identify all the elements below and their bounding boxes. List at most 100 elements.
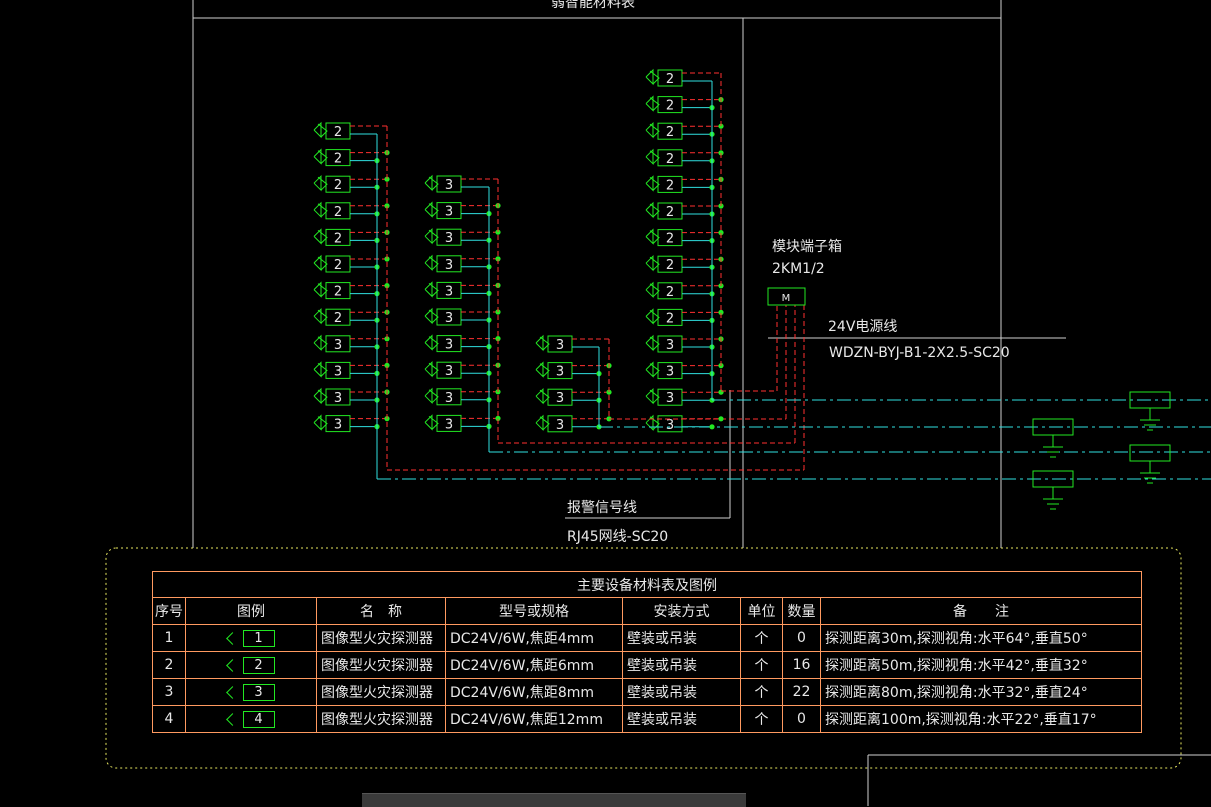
row-symbol: 1 [185, 624, 317, 652]
row-no: 3 [152, 678, 186, 706]
fire-detector[interactable]: 3 [535, 334, 573, 353]
fire-detector[interactable]: 2 [645, 121, 683, 140]
row-spec: DC24V/6W,焦距6mm [445, 651, 623, 679]
fire-detector[interactable]: 3 [424, 387, 462, 406]
detector-type-label: 3 [445, 231, 453, 246]
fire-detector[interactable]: 3 [424, 227, 462, 246]
detector-type-label: 2 [334, 205, 342, 220]
fire-detector[interactable]: 3 [424, 281, 462, 299]
row-note: 探测距离80m,探测视角:水平32°,垂直24° [820, 678, 1142, 706]
fire-detector[interactable]: 3 [424, 307, 462, 326]
signal-device[interactable] [1032, 470, 1074, 510]
row-unit: 个 [740, 705, 783, 733]
module-box-symbol: M [782, 293, 791, 304]
cad-bottom-toolbar[interactable] [362, 793, 746, 807]
fire-detector[interactable]: 3 [313, 387, 351, 406]
detector-type-label: 2 [334, 285, 342, 300]
detector-type-label: 2 [666, 205, 674, 220]
fire-detector[interactable]: 3 [424, 414, 462, 432]
fire-detector[interactable]: 3 [645, 334, 683, 353]
detector-type-label: 3 [556, 391, 564, 406]
fire-detector[interactable]: 3 [424, 334, 462, 353]
fire-detector[interactable]: 3 [645, 361, 683, 380]
fire-detector[interactable]: 2 [645, 281, 683, 300]
detector-type-label: 3 [334, 418, 342, 433]
detector-icon [225, 631, 239, 645]
fire-detector[interactable]: 2 [313, 228, 351, 246]
row-no: 2 [152, 651, 186, 679]
detector-type-label: 3 [445, 178, 453, 193]
row-symbol: 3 [185, 678, 317, 706]
detector-type-label: 3 [666, 365, 674, 380]
fire-detector[interactable]: 3 [645, 387, 683, 406]
fire-detector[interactable]: 2 [645, 175, 683, 193]
module-terminal-box[interactable]: M [767, 287, 806, 306]
fire-detector[interactable]: 2 [645, 254, 683, 273]
fire-detector[interactable]: 3 [645, 414, 683, 433]
table-row: 2 2 图像型火灾探测器 DC24V/6W,焦距6mm 壁装或吊装 个 16 探… [152, 651, 1142, 679]
leader-lines [565, 337, 1066, 519]
fire-detector[interactable]: 3 [424, 174, 462, 193]
fire-detector[interactable]: 2 [645, 228, 683, 247]
symbol-box: 1 [242, 629, 275, 647]
fire-detector[interactable]: 2 [645, 68, 683, 87]
row-name: 图像型火灾探测器 [316, 678, 446, 706]
fire-detector[interactable]: 3 [424, 254, 462, 273]
detector-type-label: 3 [445, 417, 453, 432]
fire-detector[interactable]: 3 [313, 361, 351, 379]
detector-type-label: 3 [445, 391, 453, 406]
detector-type-label: 3 [334, 391, 342, 406]
signal-device[interactable] [1129, 444, 1171, 484]
fire-detector[interactable]: 2 [313, 201, 351, 220]
fire-detector[interactable]: 2 [313, 121, 351, 140]
fire-detector[interactable]: 3 [424, 201, 462, 220]
fire-detector[interactable]: 3 [535, 387, 573, 406]
header-symbol: 图例 [185, 597, 317, 625]
device-box [1129, 444, 1171, 462]
fire-detector[interactable]: 3 [313, 414, 351, 433]
fire-detector[interactable]: 2 [645, 95, 683, 114]
header-qty: 数量 [782, 597, 821, 625]
row-note: 探测距离100m,探测视角:水平22°,垂直17° [820, 705, 1142, 733]
fire-detector[interactable]: 2 [313, 281, 351, 300]
detector-type-label: 3 [445, 258, 453, 273]
detector-type-label: 2 [334, 231, 342, 246]
detector-type-label: 2 [666, 72, 674, 87]
table-row: 1 1 图像型火灾探测器 DC24V/6W,焦距4mm 壁装或吊装 个 0 探测… [152, 624, 1142, 652]
signal-line-label: 报警信号线 [567, 500, 637, 516]
signal-line-spec: RJ45网线-SC20 [567, 529, 669, 545]
fire-detector[interactable]: 2 [313, 307, 351, 326]
row-qty: 0 [782, 705, 821, 733]
fire-detector[interactable]: 2 [313, 148, 351, 167]
detector-type-label: 3 [556, 418, 564, 433]
signal-device[interactable] [1032, 418, 1074, 458]
external-devices [1032, 391, 1171, 510]
detector-icon [225, 712, 239, 726]
fire-detector[interactable]: 2 [313, 174, 351, 193]
module-box-id: 2KM1/2 [772, 261, 825, 277]
wire-node [709, 424, 715, 430]
fire-detector[interactable]: 3 [535, 361, 573, 380]
fire-detector[interactable]: 3 [424, 360, 462, 379]
row-qty: 0 [782, 624, 821, 652]
fire-detector[interactable]: 2 [645, 201, 683, 220]
fire-detector[interactable]: 3 [313, 334, 351, 353]
fire-detector[interactable]: 2 [645, 308, 683, 326]
fire-detector[interactable]: 2 [313, 254, 351, 273]
fire-detector[interactable]: 2 [645, 148, 683, 167]
fire-detector[interactable]: 3 [535, 414, 573, 433]
detector-type-label: 3 [445, 205, 453, 220]
row-unit: 个 [740, 651, 783, 679]
row-spec: DC24V/6W,焦距8mm [445, 678, 623, 706]
row-spec: DC24V/6W,焦距4mm [445, 624, 623, 652]
detector-type-label: 2 [666, 152, 674, 167]
detector-type-label: 2 [334, 311, 342, 326]
row-install: 壁装或吊装 [622, 651, 741, 679]
header-unit: 单位 [740, 597, 783, 625]
detector-type-label: 2 [666, 99, 674, 114]
symbol-box: 2 [242, 656, 275, 674]
signal-device[interactable] [1129, 391, 1171, 431]
detector-type-label: 2 [666, 258, 674, 273]
detector-type-label: 3 [334, 364, 342, 379]
detector-type-label: 2 [334, 178, 342, 193]
